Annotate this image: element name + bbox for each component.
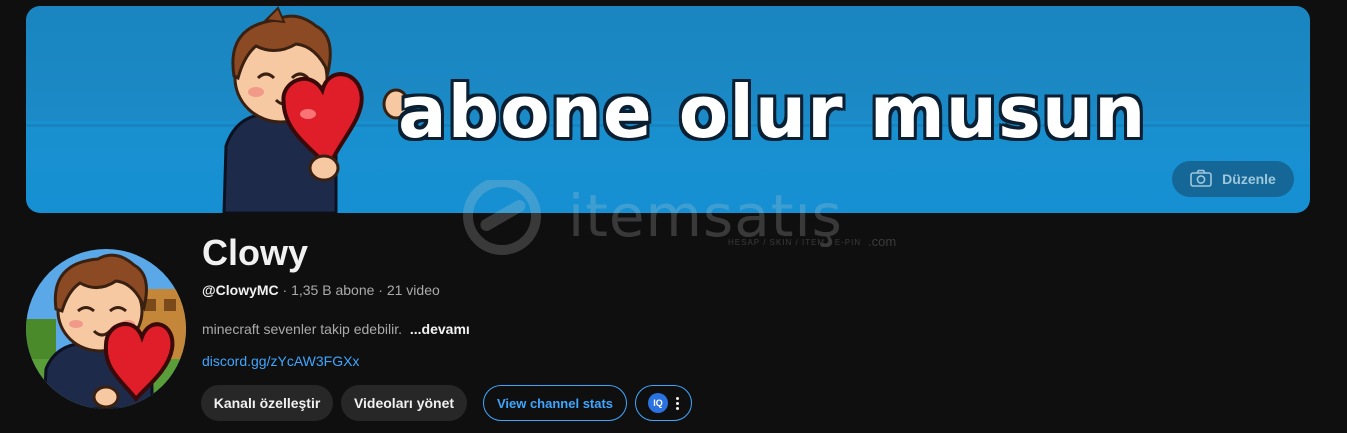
avatar-image [26,249,186,409]
edit-banner-label: Düzenle [1222,171,1276,187]
watermark-tagline: HESAP / SKIN / ITEM / E-PIN [728,238,862,247]
channel-banner: abone olur musun Düzenle [26,6,1310,213]
banner-text: abone olur musun [398,70,1147,154]
channel-description[interactable]: minecraft sevenler takip edebilir. ...de… [202,321,470,337]
view-channel-stats-button[interactable]: View channel stats [483,385,627,421]
channel-stats: · 1,35 B abone · 21 video [278,282,440,298]
manage-videos-button[interactable]: Videoları yönet [341,385,467,421]
channel-link[interactable]: discord.gg/zYcAW3FGXx [202,353,359,369]
camera-icon [1190,169,1212,190]
more-vert-icon [676,396,679,410]
description-more-link[interactable]: ...devamı [410,321,470,337]
watermark-tld: .com [868,234,897,249]
customize-channel-button[interactable]: Kanalı özelleştir [201,385,333,421]
description-text: minecraft sevenler takip edebilir. [202,321,402,337]
edit-banner-button[interactable]: Düzenle [1172,161,1294,197]
extension-menu-button[interactable]: IQ [635,385,692,421]
channel-avatar[interactable] [26,249,186,409]
channel-handle: @ClowyMC [202,282,279,298]
extension-logo-icon: IQ [648,393,668,413]
channel-name: Clowy [202,232,309,273]
channel-meta: @ClowyMC · 1,35 B abone · 21 video [202,282,440,298]
